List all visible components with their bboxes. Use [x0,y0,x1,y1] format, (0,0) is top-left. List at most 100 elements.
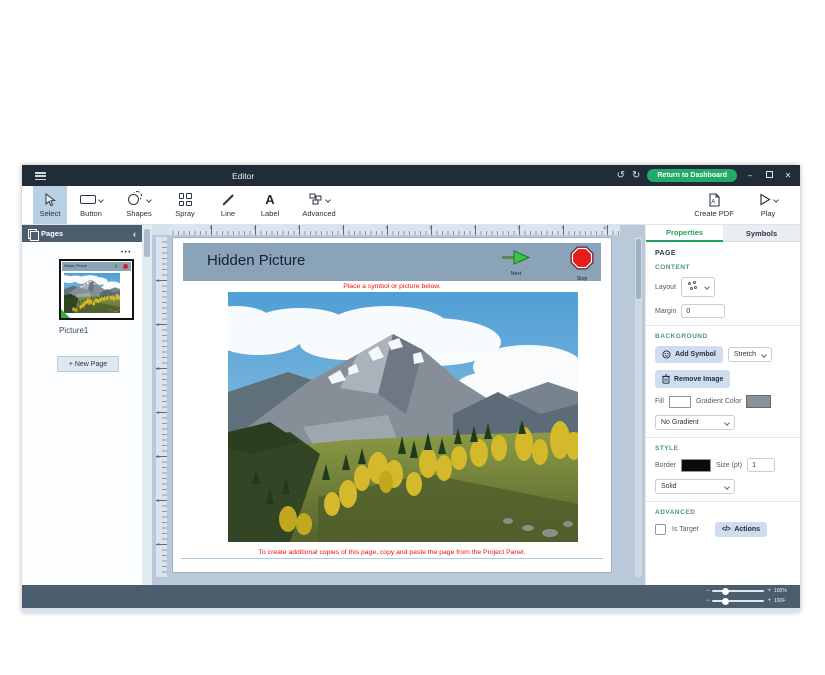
tool-label: Create PDF [694,209,734,218]
page-name-label: Picture1 [59,326,88,335]
fill-color-swatch[interactable] [669,396,691,408]
pages-panel-header: Pages ‹ [22,225,142,242]
add-symbol-button[interactable]: Add Symbol [655,346,723,363]
layout-scatter-icon [687,281,699,293]
thumbnail-next-icon [115,264,119,268]
window-bottom-strip [22,608,800,612]
properties-panel: Properties Symbols PAGE CONTENT Layout [645,225,800,585]
code-icon: </> [722,526,731,533]
canvas-vertical-scrollbar[interactable] [635,237,642,577]
zoom-slider[interactable] [712,590,764,592]
trash-icon [662,374,670,384]
advanced-icon [309,192,330,207]
zoom-value: 100% [774,588,790,594]
tool-advanced[interactable]: Advanced [291,186,347,224]
stretch-select[interactable]: Stretch [728,347,772,362]
tool-select[interactable]: Select [33,186,67,224]
pages-icon [28,229,37,239]
is-target-label: Is Target [672,526,699,533]
page-title: Hidden Picture [207,252,305,269]
top-hint-text: Place a symbol or picture below. [173,283,611,290]
margin-label: Margin [655,308,676,315]
border-color-swatch[interactable] [681,459,711,472]
tool-line[interactable]: Line [207,186,249,224]
page-section-header: PAGE [655,250,792,257]
hamburger-menu-icon[interactable] [35,172,46,180]
tool-button[interactable]: Button [67,186,115,224]
size-label: Size (pt) [716,462,742,469]
background-section-header: BACKGROUND [655,333,792,340]
fit-minus-icon[interactable]: − [706,598,710,604]
page-header-band[interactable]: Hidden Picture Next Stop [183,243,601,281]
tool-label: Line [221,209,235,218]
pages-header-label: Pages [41,229,63,238]
return-to-dashboard-button[interactable]: Return to Dashboard [647,169,737,182]
border-size-input[interactable]: 1 [747,458,775,472]
tool-shapes[interactable]: Shapes [115,186,163,224]
fill-label: Fill [655,398,664,405]
gradient-color-swatch[interactable] [746,395,771,408]
maximize-button[interactable] [763,171,775,180]
gradient-color-label: Gradient Color [696,398,742,405]
collapse-panel-icon[interactable]: ‹ [133,229,136,239]
editor-window: Editor ↺ ↻ Return to Dashboard – ✕ Selec… [22,165,800,612]
is-target-checkbox[interactable] [655,524,666,535]
status-bar: − + 100% − + 100F [22,585,800,608]
play-button[interactable]: Play [742,186,794,224]
tool-label: Spray [175,209,195,218]
remove-image-button[interactable]: Remove Image [655,370,730,388]
label-a-icon: A [265,192,274,207]
create-pdf-button[interactable]: A Create PDF [686,186,742,224]
layout-select[interactable] [681,277,715,297]
actions-button[interactable]: </> Actions [715,522,767,537]
toolbar: Select Button Shapes Spray Line A Label [22,186,800,225]
mountain-photo[interactable] [228,292,578,542]
close-button[interactable]: ✕ [782,171,794,180]
undo-icon[interactable]: ↺ [617,171,625,181]
next-arrow-icon [501,250,531,265]
pages-panel: Pages ‹ ••• Hidden Picture Picture1 + Ne… [22,225,142,585]
tool-label: Button [80,209,102,218]
thumbnail-header-band: Hidden Picture [62,262,131,271]
margin-input[interactable]: 0 [681,304,725,318]
thumbnail-stop-icon [123,264,128,269]
minimize-button[interactable]: – [744,171,756,180]
tool-label-tool[interactable]: A Label [249,186,291,224]
tab-symbols[interactable]: Symbols [723,225,800,242]
stop-button[interactable]: Stop [566,246,598,282]
pages-scrollbar[interactable] [142,225,152,585]
more-menu-icon[interactable]: ••• [121,250,132,256]
gradient-select[interactable]: No Gradient [655,415,735,430]
tool-spray[interactable]: Spray [163,186,207,224]
zoom-in-icon[interactable]: + [767,588,771,594]
hint-underline [181,558,603,559]
tool-label: Shapes [126,209,151,218]
zoom-out-icon[interactable]: − [706,588,710,594]
app-title: Editor [232,171,254,181]
zoom-slider-row: − + 100% [706,587,790,595]
border-style-select[interactable]: Solid [655,479,735,494]
border-label: Border [655,462,676,469]
fit-plus-icon[interactable]: + [767,598,771,604]
tool-label: Label [261,209,279,218]
svg-text:A: A [711,199,715,205]
new-page-button[interactable]: + New Page [57,356,119,372]
editor-page[interactable]: Hidden Picture Next Stop [172,237,612,573]
play-icon [759,192,778,207]
style-section-header: STYLE [655,445,792,452]
selected-page-indicator [61,309,70,318]
tab-properties[interactable]: Properties [646,225,723,242]
shapes-icon [128,192,151,207]
redo-icon[interactable]: ↻ [632,171,640,181]
fit-slider[interactable] [712,600,764,602]
thumbnail-title: Hidden Picture [64,264,87,268]
fit-slider-row: − + 100F [706,597,790,605]
symbol-face-icon [662,350,671,359]
next-button[interactable]: Next [495,250,537,277]
line-icon [221,192,235,207]
tool-label: Select [40,209,61,218]
bottom-hint-text: To create additional copies of this page… [173,549,611,556]
page-thumbnail[interactable]: Hidden Picture [59,259,134,320]
thumbnail-image [64,273,120,313]
tool-label: Play [761,209,776,218]
